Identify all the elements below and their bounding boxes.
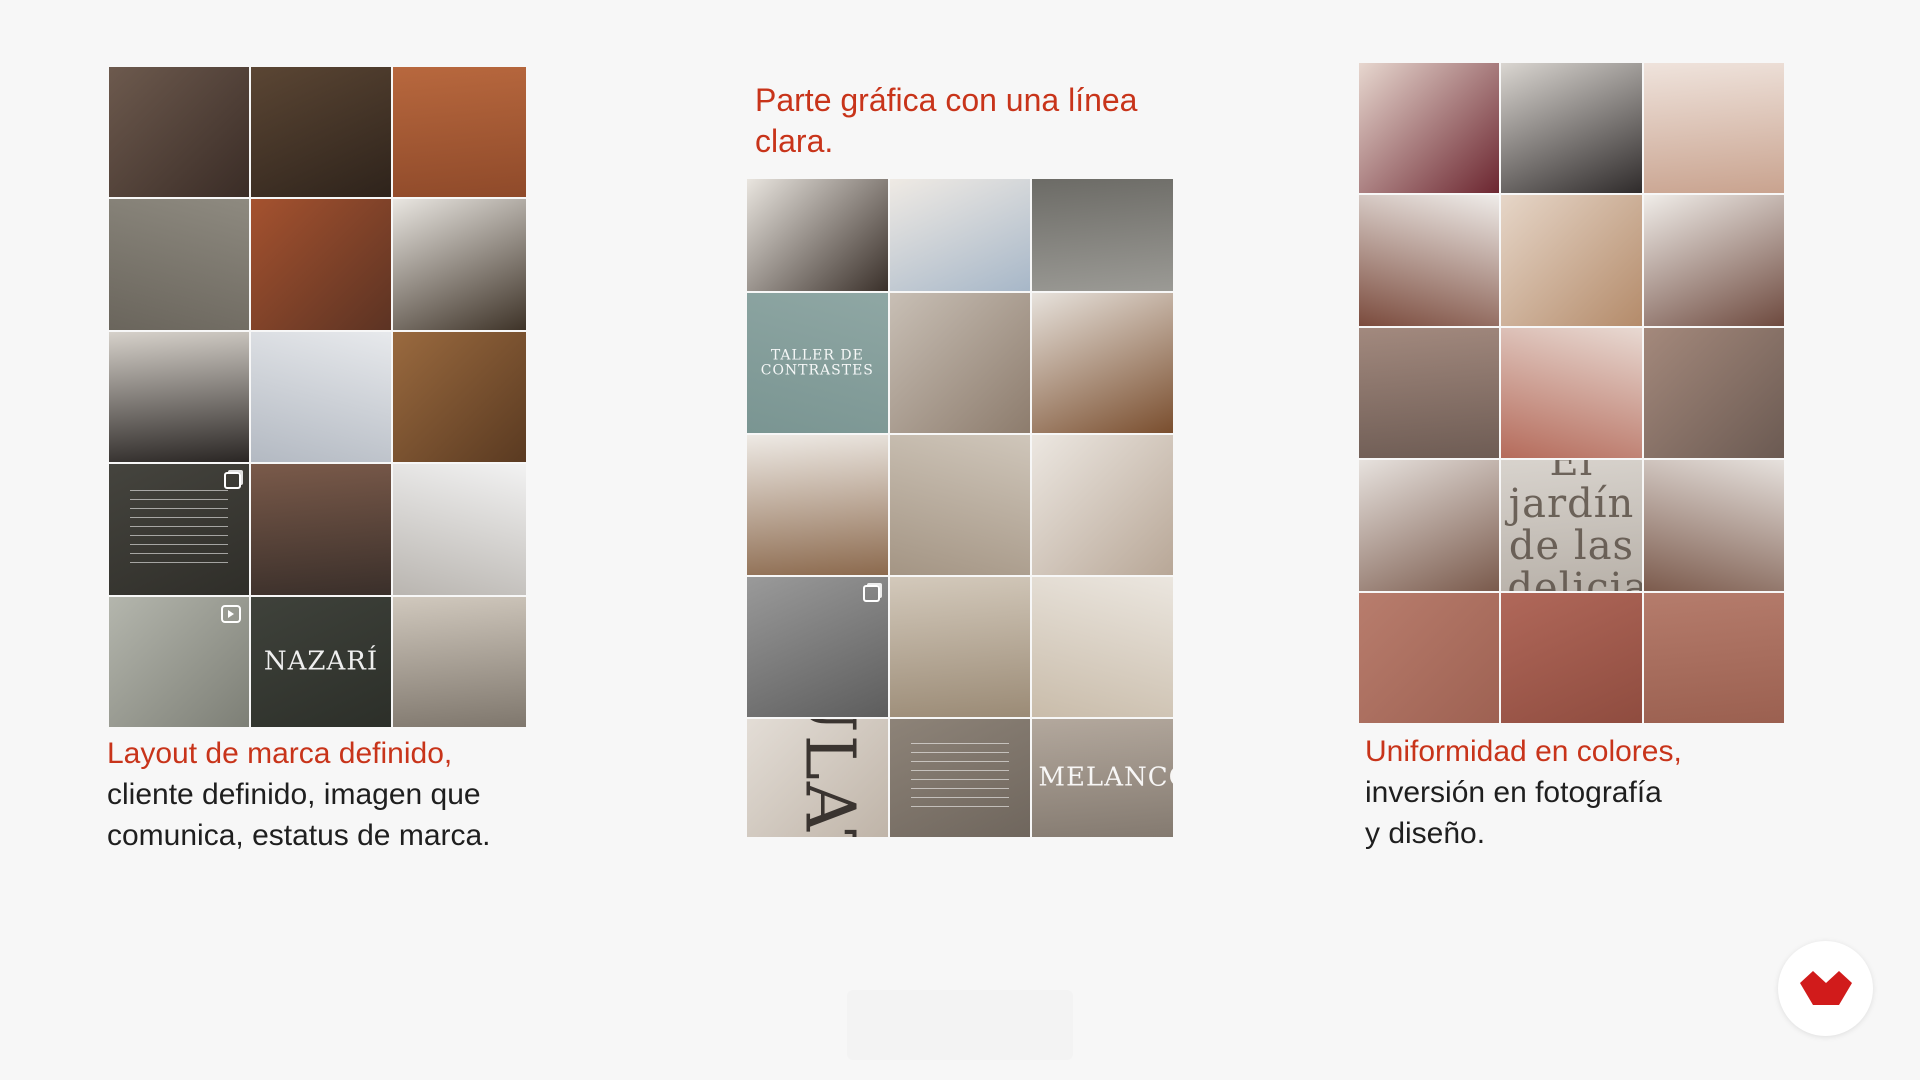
tile-melancolia-model[interactable]: MELANCOLÍA bbox=[1032, 719, 1173, 837]
bottom-ghost-bar bbox=[847, 990, 1073, 1060]
tile-two-models-lace[interactable] bbox=[1501, 63, 1642, 194]
tile-slippers-on-feet[interactable] bbox=[109, 596, 249, 727]
tile-beaded-clutch-tassel[interactable] bbox=[393, 199, 526, 330]
right-caption-line-2: y diseño. bbox=[1365, 817, 1486, 850]
tile-brand-text-post[interactable] bbox=[109, 464, 249, 595]
tile-overlay-text: ULAT bbox=[789, 719, 869, 837]
carousel-icon bbox=[862, 585, 880, 602]
tile-dried-flowers[interactable] bbox=[1359, 327, 1500, 459]
right-caption: Uniformidad en colores, inversión en fot… bbox=[1365, 731, 1745, 854]
tile-beige-embroidered-slippers[interactable] bbox=[889, 435, 1031, 575]
tile-velvet-hair-bow[interactable] bbox=[1359, 63, 1500, 194]
reel-icon bbox=[221, 604, 241, 623]
center-heading-line-1: Parte gráfica con una línea bbox=[755, 82, 1138, 118]
text-block-lines bbox=[910, 742, 1010, 814]
tile-nazari-logo[interactable]: NAZARÍ bbox=[251, 596, 391, 727]
tile-terracotta-texture[interactable] bbox=[1359, 592, 1500, 723]
center-heading: Parte gráfica con una línea clara. bbox=[755, 80, 1195, 162]
tile-embroidered-slippers[interactable] bbox=[109, 199, 249, 330]
tile-wide-jeans-model[interactable] bbox=[889, 179, 1031, 291]
tile-overlay-text: El jardín de las delicias bbox=[1507, 460, 1642, 591]
tile-model-floral-earring[interactable] bbox=[1643, 63, 1784, 194]
tile-overlay-text: MELANCOLÍA bbox=[1038, 762, 1173, 793]
left-caption-line-1: cliente definido, imagen que bbox=[107, 778, 481, 811]
unir-logo[interactable] bbox=[1778, 941, 1873, 1036]
text-block-lines bbox=[130, 490, 228, 569]
unir-logo-icon bbox=[1800, 971, 1852, 1005]
tile-gold-floral-headband[interactable] bbox=[1032, 293, 1173, 433]
tile-vertical-type-model[interactable]: ULAT bbox=[747, 719, 888, 837]
tile-overlay-text: TALLER DE CONTRASTES bbox=[760, 347, 874, 378]
tile-model-profile-headband[interactable] bbox=[1359, 460, 1500, 591]
tile-model-white-blouse-2[interactable] bbox=[1643, 195, 1784, 326]
tile-el-jardin-de-las-delicias[interactable]: El jardín de las delicias bbox=[1501, 460, 1642, 591]
tile-terracotta-hands[interactable] bbox=[1501, 592, 1642, 723]
tile-studded-slippers[interactable] bbox=[747, 179, 888, 291]
carousel-icon bbox=[224, 472, 241, 490]
tile-model-seated-black[interactable] bbox=[109, 331, 249, 463]
tile-overlay-text: NAZARÍ bbox=[263, 646, 379, 677]
left-caption-line-2: comunica, estatus de marca. bbox=[107, 819, 491, 852]
right-caption-accent: Uniformidad en colores, bbox=[1365, 735, 1682, 768]
tile-moorish-arch-window[interactable] bbox=[251, 67, 391, 198]
tile-model-terracotta-backdrop[interactable] bbox=[251, 199, 391, 330]
tile-dried-flowers-2[interactable] bbox=[1643, 327, 1784, 459]
tile-alhambra-arches[interactable] bbox=[393, 331, 526, 463]
tile-model-seated-terracotta[interactable] bbox=[393, 67, 526, 198]
tile-model-sequin[interactable] bbox=[393, 596, 526, 727]
tile-model-bare-shoulder[interactable] bbox=[889, 293, 1031, 433]
tile-model-profile-headband-2[interactable] bbox=[1643, 460, 1784, 591]
tile-model-butterfly-chair[interactable] bbox=[747, 435, 888, 575]
left-moodboard-grid: NAZARÍ bbox=[109, 67, 526, 727]
left-caption: Layout de marca definido, cliente defini… bbox=[107, 733, 587, 856]
right-caption-line-1: inversión en fotografía bbox=[1365, 776, 1662, 809]
tile-model-headpiece[interactable] bbox=[109, 67, 249, 198]
tile-legs-black-slippers[interactable] bbox=[1032, 577, 1173, 717]
tile-terracotta-texture-2[interactable] bbox=[1643, 592, 1784, 723]
tile-jeweled-headbands[interactable] bbox=[1501, 195, 1642, 326]
tile-model-rose-headband[interactable] bbox=[1501, 327, 1642, 459]
left-caption-accent: Layout de marca definido, bbox=[107, 737, 453, 770]
tile-taller-de-contrastes[interactable]: TALLER DE CONTRASTES bbox=[747, 293, 888, 433]
tile-botanical-leaves[interactable] bbox=[1032, 179, 1173, 291]
tile-model-reclining-silk[interactable] bbox=[251, 464, 391, 595]
tile-text-post-taupe[interactable] bbox=[889, 719, 1031, 837]
center-moodboard-grid: TALLER DE CONTRASTES ULAT MELANCOLÍA bbox=[747, 179, 1173, 839]
tile-model-turban[interactable] bbox=[1032, 435, 1173, 575]
tile-jewel-earrings-crystal[interactable] bbox=[251, 331, 391, 463]
center-heading-line-2: clara. bbox=[755, 123, 834, 159]
tile-crystal-headband[interactable] bbox=[393, 464, 526, 595]
tile-earring-monochrome[interactable] bbox=[747, 577, 888, 717]
right-moodboard-grid: El jardín de las delicias bbox=[1359, 63, 1784, 723]
tile-model-white-blouse[interactable] bbox=[1359, 195, 1500, 326]
tile-model-blazer-necklace[interactable] bbox=[889, 577, 1031, 717]
